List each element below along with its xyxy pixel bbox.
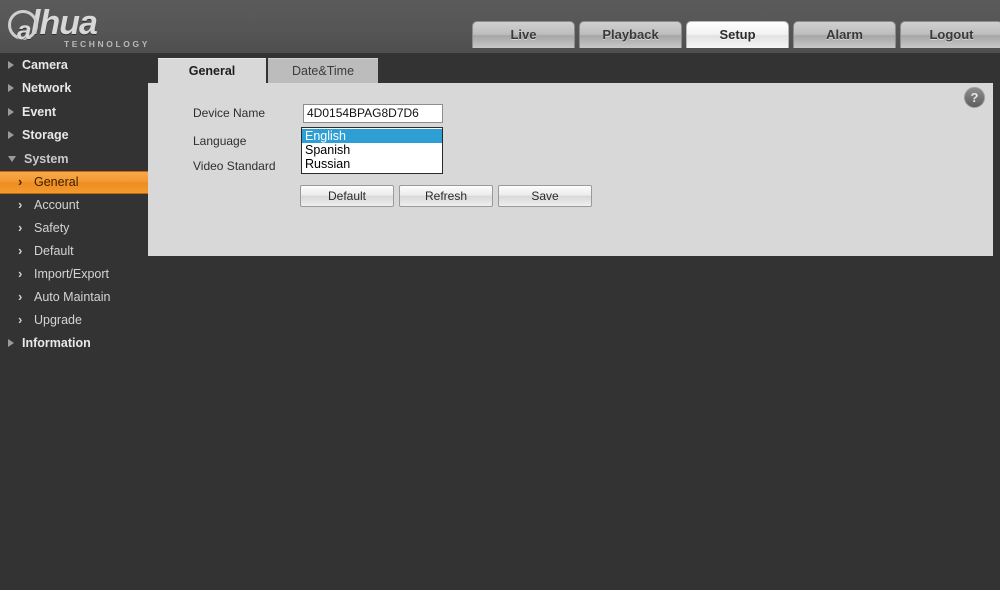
chevron-right-icon: › [18,266,23,281]
sidebar-item-safety[interactable]: › Safety [0,217,148,240]
logo-tagline: TECHNOLOGY [64,39,150,49]
chevron-right-icon [8,339,14,348]
sidebar-item-general[interactable]: › General [0,170,148,194]
chevron-down-icon [8,155,16,162]
logo-rest: lhua [31,4,98,42]
sidebar-item-camera[interactable]: Camera [0,53,148,77]
logo-letter: a [17,15,32,45]
sidebar-item-label: System [24,151,69,166]
chevron-right-icon [8,107,14,116]
device-name-row: Device Name [193,102,443,124]
language-label: Language [193,134,247,148]
content-tab-bar: General Date&Time [148,58,378,83]
sidebar-item-system[interactable]: System [0,147,148,171]
chevron-right-icon: › [18,174,23,189]
tab-general[interactable]: General [158,58,266,83]
sidebar-item-label: Upgrade [34,313,82,327]
sidebar-item-label: Import/Export [34,267,110,281]
language-option-english[interactable]: English [302,129,442,143]
sidebar-item-label: Network [22,81,72,96]
refresh-button[interactable]: Refresh [399,185,493,207]
sidebar-item-label: Storage [22,128,69,143]
device-name-label: Device Name [193,106,266,120]
sidebar-item-event[interactable]: Event [0,100,148,124]
language-row: Language [193,130,303,152]
nav-tab-logout[interactable]: Logout [900,21,1000,48]
language-option-spanish[interactable]: Spanish [302,143,442,157]
video-standard-row: Video Standard [193,155,303,177]
nav-tab-alarm[interactable]: Alarm [793,21,896,48]
save-button[interactable]: Save [498,185,592,207]
logo-wordmark: a lhua [8,3,98,45]
app-header: a lhua TECHNOLOGY Live Playback Setup Al… [0,0,1000,53]
sidebar-item-label: Account [34,198,80,212]
sidebar-item-label: Camera [22,57,68,72]
chevron-right-icon: › [18,312,23,327]
sidebar-item-upgrade[interactable]: › Upgrade [0,309,148,332]
sidebar-item-import-export[interactable]: › Import/Export [0,263,148,286]
nav-tab-live[interactable]: Live [472,21,575,48]
sidebar-item-label: Safety [34,221,70,235]
sidebar-item-default[interactable]: › Default [0,240,148,263]
chevron-right-icon [8,84,14,93]
chevron-right-icon: › [18,243,23,258]
language-option-russian[interactable]: Russian [302,157,442,171]
language-dropdown-list[interactable]: English Spanish Russian [301,127,443,174]
sidebar-item-label: General [34,175,79,189]
video-standard-label: Video Standard [193,159,276,173]
sidebar-item-network[interactable]: Network [0,77,148,101]
default-button[interactable]: Default [300,185,394,207]
general-settings-panel: ? Device Name Language Video Standard En… [148,83,993,256]
sidebar-item-account[interactable]: › Account [0,194,148,217]
chevron-right-icon [8,131,14,140]
sidebar: Camera Network Event Storage System › Ge… [0,53,148,590]
tab-date-time[interactable]: Date&Time [268,58,378,83]
top-navigation: Live Playback Setup Alarm Logout [472,21,1000,53]
sidebar-item-label: Information [22,336,91,351]
dahua-logo: a lhua TECHNOLOGY [8,3,208,51]
sidebar-item-auto-maintain[interactable]: › Auto Maintain [0,286,148,309]
chevron-right-icon: › [18,197,23,212]
chevron-right-icon [8,60,14,69]
sidebar-item-label: Default [34,244,74,258]
sidebar-item-information[interactable]: Information [0,332,148,356]
chevron-right-icon: › [18,289,23,304]
chevron-right-icon: › [18,220,23,235]
nav-tab-setup[interactable]: Setup [686,21,789,48]
logo-ring-icon: a [8,10,38,45]
nav-tab-playback[interactable]: Playback [579,21,682,48]
sidebar-item-label: Auto Maintain [34,290,111,304]
device-name-input[interactable] [303,103,443,123]
sidebar-item-storage[interactable]: Storage [0,124,148,148]
help-icon[interactable]: ? [964,87,985,108]
action-button-row: Default Refresh Save [300,185,592,207]
sidebar-item-label: Event [22,104,57,119]
